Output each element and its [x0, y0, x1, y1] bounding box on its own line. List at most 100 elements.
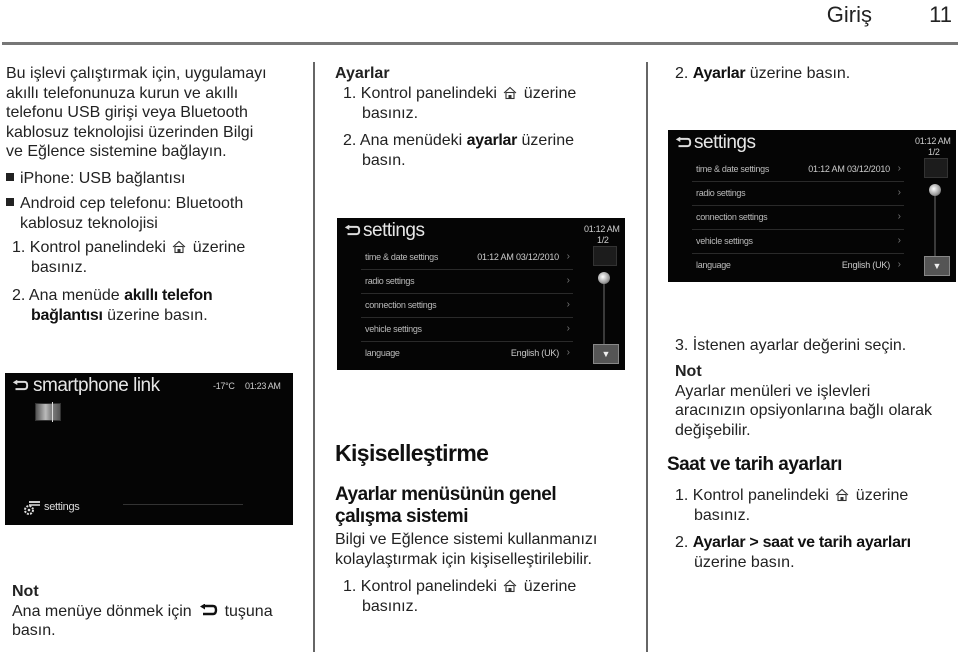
settings-row[interactable]: time & date settings 01:12 AM 03/12/2010 ›: [361, 246, 573, 270]
intro-line: akıllı telefonunuza kurun ve akıllı: [6, 84, 239, 102]
step-text: Kontrol panelindeki: [360, 85, 497, 102]
screen-title: settings: [363, 220, 425, 241]
screen-title: settings: [694, 132, 756, 153]
step-text: basınız.: [31, 258, 88, 276]
step-2: 2. Ayarlar > saat ve tarih ayarları üzer…: [675, 533, 911, 572]
phone-app-icon[interactable]: [35, 402, 61, 422]
step-text: İstenen ayarlar değerini seçin.: [692, 337, 907, 354]
body-line: Bilgi ve Eğlence sistemi kullanmanızı: [335, 531, 598, 548]
chevron-icon: ›: [897, 259, 901, 270]
row-label: connection settings: [696, 212, 768, 222]
note-text: değişebilir.: [675, 421, 751, 439]
scrollbar[interactable]: ▼: [924, 158, 950, 278]
bullet-item: iPhone: USB bağlantısı: [6, 169, 185, 189]
step-bold-text: akıllı telefon: [124, 287, 213, 304]
step-text: üzerine basın.: [107, 306, 208, 324]
intro-line: kablosuz teknolojisi üzerinden Bilgi: [6, 123, 254, 141]
step-text: Kontrol panelindeki: [29, 239, 166, 256]
note-title: Not: [12, 583, 39, 600]
scroll-up-button[interactable]: [593, 246, 617, 266]
page-indicator: 1/2: [597, 235, 609, 245]
scroll-thumb[interactable]: [929, 184, 941, 196]
body-paragraph: Bilgi ve Eğlence sistemi kullanmanızı ko…: [335, 530, 597, 569]
step-2: 2. Ayarlar üzerine basın.: [675, 64, 850, 84]
step-text: üzerine: [523, 85, 577, 102]
settings-row[interactable]: language English (UK) ›: [361, 342, 573, 365]
settings-row[interactable]: time & date settings 01:12 AM 03/12/2010 ›: [692, 158, 904, 182]
row-value: 01:12 AM 03/12/2010: [808, 164, 890, 174]
settings-row[interactable]: vehicle settings ›: [692, 230, 904, 254]
step-1: 1. Kontrol panelindeki üzerine basınız.: [675, 486, 908, 525]
note-text: tuşuna: [224, 602, 273, 620]
row-label: radio settings: [365, 276, 415, 286]
clock-readout: 01:12 AM: [584, 224, 620, 234]
step-number: 3.: [675, 337, 689, 354]
step-text: basın.: [362, 151, 406, 169]
step-text: Kontrol panelindeki: [360, 578, 497, 595]
settings-screenshot: settings 01:12 AM 1/2 time & date settin…: [337, 218, 625, 370]
temperature-readout: -17°C: [213, 381, 235, 391]
intro-line: ve Eğlence sistemine bağlayın.: [6, 143, 227, 160]
body-line: kolaylaştırmak için kişiselleştirilebili…: [335, 550, 592, 568]
scroll-thumb[interactable]: [598, 272, 610, 284]
step-number: 2.: [675, 534, 689, 551]
chevron-icon: ›: [897, 235, 901, 246]
row-value: English (UK): [510, 348, 559, 358]
section-heading: Saat ve tarih ayarları: [667, 454, 842, 475]
row-label: connection settings: [365, 300, 437, 310]
subsection-heading: Ayarlar: [335, 65, 390, 82]
step-1: 1. Kontrol panelindeki üzerine basınız.: [12, 238, 245, 277]
note-block: Not Ana menüye dönmek için tuşuna basın.: [12, 582, 273, 641]
step-text: üzerine: [521, 132, 574, 149]
scroll-down-button[interactable]: ▼: [593, 344, 619, 364]
section-title: Giriş: [826, 2, 872, 27]
settings-screenshot: settings 01:12 AM 1/2 time & date settin…: [668, 130, 956, 282]
step-text: üzerine: [855, 487, 909, 504]
scroll-up-button[interactable]: [924, 158, 948, 178]
step-text: Kontrol panelindeki: [692, 487, 829, 504]
note-text: Ayarlar menüleri ve işlevleri: [675, 382, 871, 400]
settings-gear-icon[interactable]: [24, 501, 40, 515]
row-label: language: [365, 348, 400, 358]
column-divider-1: [313, 62, 315, 652]
chevron-icon: ›: [897, 163, 901, 174]
settings-row[interactable]: connection settings ›: [361, 294, 573, 318]
step-2: 2. Ana menüdeki ayarlar üzerine basın.: [343, 131, 574, 170]
bullet-text: iPhone: USB bağlantısı: [20, 170, 186, 187]
chevron-icon: ›: [566, 299, 570, 310]
subsection-heading: Ayarlar menüsünün genel çalışma sistemi: [335, 484, 557, 528]
settings-row[interactable]: radio settings ›: [361, 270, 573, 294]
step-1: 1. Kontrol panelindeki üzerine basınız.: [343, 577, 576, 616]
settings-shortcut-label[interactable]: settings: [44, 501, 80, 513]
scroll-down-button[interactable]: ▼: [924, 256, 950, 276]
settings-row[interactable]: vehicle settings ›: [361, 318, 573, 342]
intro-line: Bu işlevi çalıştırmak için, uygulamayı: [6, 65, 267, 82]
scroll-track[interactable]: [603, 276, 605, 354]
chevron-icon: ›: [566, 347, 570, 358]
row-label: vehicle settings: [696, 236, 753, 246]
step-text: basınız.: [362, 597, 419, 615]
clock-readout: 01:23 AM: [245, 381, 281, 391]
settings-row[interactable]: connection settings ›: [692, 206, 904, 230]
step-3: 3. İstenen ayarlar değerini seçin.: [675, 336, 906, 356]
bullet-square-icon: [6, 198, 14, 206]
step-2: 2. Ana menüde akıllı telefon bağlantısı …: [12, 286, 213, 325]
home-icon: [503, 579, 517, 593]
settings-row[interactable]: radio settings ›: [692, 182, 904, 206]
chevron-icon: ›: [897, 211, 901, 222]
row-label: language: [696, 260, 731, 270]
scroll-track[interactable]: [934, 188, 936, 266]
step-number: 2.: [675, 65, 689, 82]
column-divider-2: [646, 62, 648, 652]
back-arrow-icon[interactable]: [343, 225, 361, 236]
row-value: English (UK): [841, 260, 890, 270]
step-number: 1.: [343, 578, 357, 595]
back-arrow-icon[interactable]: [674, 137, 692, 148]
row-value: 01:12 AM 03/12/2010: [477, 252, 559, 262]
settings-row[interactable]: language English (UK) ›: [692, 254, 904, 277]
scrollbar[interactable]: ▼: [593, 246, 619, 366]
heading-line: Ayarlar menüsünün genel: [335, 484, 557, 505]
step-bold-text: Ayarlar: [692, 65, 746, 82]
chevron-icon: ›: [897, 187, 901, 198]
bullet-text: Android cep telefonu: Bluetooth: [20, 195, 244, 212]
